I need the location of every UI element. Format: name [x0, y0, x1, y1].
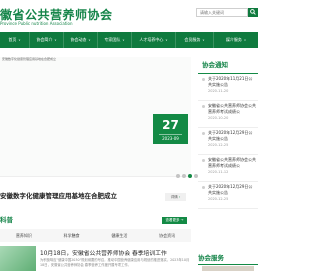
slider-dots [176, 174, 198, 178]
chevron-right-icon: › [178, 195, 181, 199]
nav-item-label: 会员服务 [184, 37, 201, 42]
news-description: 为积极响应"健康中国2030"规划纲要的号召，推动中国营养健康应用与规划的推进落… [40, 258, 190, 267]
chevron-down-icon: ∨ [202, 38, 205, 42]
main-nav: 首页 ∨ 协会简介 ∨ 协会动态 ∨ 专家团队 ∨ 人才培养中心 ∨ 会员服务 ∨ 媒介服务… [0, 32, 258, 48]
detail-button[interactable]: 详情 › [165, 193, 186, 201]
chevron-down-icon: ∨ [88, 38, 91, 42]
notice-date: 2020-12-25 [208, 143, 229, 147]
slider-dot[interactable] [176, 174, 180, 178]
tab-diet[interactable]: 科学膳食 [48, 229, 96, 242]
nav-item-about[interactable]: 协会简介 ∨ [30, 32, 64, 48]
notice-title: 协会通知 [198, 57, 258, 74]
chevron-down-icon: ∨ [165, 38, 168, 42]
tab-bar: 营养知识 科学膳食 健康生活 协会资讯 [0, 229, 191, 242]
chevron-down-icon: ∨ [54, 38, 57, 42]
date-day: 27 [162, 118, 179, 132]
tab-nutrition[interactable]: 营养知识 [0, 229, 48, 242]
nav-item-label: 专家团队 [104, 37, 121, 42]
nav-item-label: 协会动态 [70, 37, 87, 42]
search-input[interactable] [196, 8, 248, 17]
notice-text: 安徽省公共营养师协会公共营养师考试成绩公 [208, 103, 256, 114]
slider-dot[interactable] [182, 174, 186, 178]
bullet-icon [202, 78, 205, 81]
tab-association-news[interactable]: 协会资讯 [143, 229, 191, 242]
nav-item-home[interactable]: 首页 ∨ [0, 32, 30, 48]
page: 徽省公共营养师协会 Province Public nutrition Asso… [0, 0, 258, 271]
list-item[interactable]: 关于2020年11月21日公共实施公告 2020-11-20 [198, 74, 258, 101]
nav-item-label: 人才培养中心 [139, 37, 164, 42]
chevron-down-icon: ∨ [243, 38, 247, 42]
view-more-button[interactable]: 查看更多 → [162, 217, 187, 224]
notice-text: 关于2020年12月29日公共实施公告 [208, 130, 253, 141]
list-item[interactable]: 安徽省公共营养师协会公共营养师考试成绩公 2020-10-20 [198, 101, 258, 128]
slider-dot-active[interactable] [188, 174, 192, 178]
news-title[interactable]: 10月18日，安徽省公共营养师协会 春季培训工作 [40, 248, 167, 257]
notice-date: 2020-11-12 [208, 170, 229, 174]
site-subtitle: Province Public nutrition Association [0, 21, 73, 26]
bullet-icon [202, 159, 205, 162]
nav-item-label: 协会简介 [36, 37, 53, 42]
notice-text: 安徽省公共营养师协会公共营养师考试成绩公 [208, 157, 256, 168]
notice-panel: 协会通知 关于2020年11月21日公共实施公告 2020-11-20 安徽省公共… [198, 57, 258, 247]
notice-text: 关于2020年11月21日公共实施公告 [208, 76, 253, 87]
list-item[interactable]: 安徽省公共营养师协会公共营养师考试成绩公 2020-11-12 [198, 155, 258, 182]
nav-item-label: 首页 [8, 37, 17, 42]
notice-date: 2020-11-20 [208, 89, 229, 93]
nav-item-label: 媒介服务 [225, 37, 242, 42]
nav-item-members[interactable]: 会员服务 ∨ [176, 32, 214, 48]
bullet-icon [202, 105, 205, 108]
notice-date: 2020-10-20 [208, 116, 229, 120]
slide-caption: 安徽数字化健康管理应用基地在合肥成立 [2, 57, 57, 61]
slide-headline[interactable]: 安徽数字化健康管理应用基地在合肥成立 [0, 190, 117, 200]
service-title: 协会服务 [198, 254, 224, 262]
nav-item-news[interactable]: 协会动态 ∨ [64, 32, 98, 48]
news-thumbnail[interactable] [0, 246, 36, 271]
nav-item-training[interactable]: 人才培养中心 ∨ [132, 32, 176, 48]
chevron-down-icon: ∨ [122, 38, 125, 42]
bullet-icon [202, 132, 205, 135]
nav-item-experts[interactable]: 专家团队 ∨ [98, 32, 132, 48]
site-header: 徽省公共营养师协会 Province Public nutrition Asso… [0, 0, 258, 32]
hero-slide[interactable]: 安徽数字化健康管理应用基地在合肥成立 27 2023-09 [0, 57, 191, 177]
service-image[interactable] [202, 266, 254, 271]
notice-text: 关于2020年12月29日公共实施公告 [208, 184, 253, 195]
bullet-icon [202, 186, 205, 189]
search-icon [250, 9, 256, 15]
nav-item-media[interactable]: 媒介服务 ∨ [214, 32, 258, 48]
list-item[interactable]: 关于2020年12月29日公共实施公告 2020-12-25 [198, 128, 258, 155]
list-item[interactable]: 关于2020年12月29日公共实施公告 2020-12-25 [198, 182, 258, 209]
search-button[interactable] [248, 8, 258, 17]
date-badge: 27 2023-09 [153, 114, 188, 144]
section-title: 科普 [0, 216, 13, 224]
divider [198, 264, 258, 265]
notice-date: 2020-12-25 [208, 197, 229, 201]
chevron-down-icon: ∨ [18, 38, 21, 42]
detail-label: 详情 [170, 195, 178, 199]
tab-health[interactable]: 健康生活 [96, 229, 144, 242]
date-year-month: 2023-09 [159, 134, 182, 142]
